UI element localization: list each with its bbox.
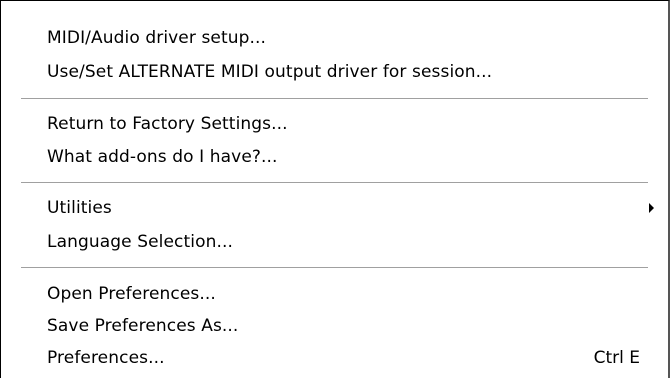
menu-item-alternate-midi-output-driver[interactable]: Use/Set ALTERNATE MIDI output driver for… (1, 57, 668, 87)
menu-item-return-to-factory-settings[interactable]: Return to Factory Settings... (1, 109, 668, 139)
menu-item-midi-audio-driver-setup[interactable]: MIDI/Audio driver setup... (1, 23, 668, 53)
menu-item-label: What add-ons do I have?... (47, 147, 278, 167)
menu-item-label: Utilities (47, 198, 112, 218)
menu-item-save-preferences-as[interactable]: Save Preferences As... (1, 311, 668, 341)
menu-item-label: Language Selection... (47, 232, 233, 252)
menu-item-label: Open Preferences... (47, 284, 216, 304)
menu-item-label: Return to Factory Settings... (47, 114, 288, 134)
menu-item-language-selection[interactable]: Language Selection... (1, 227, 668, 257)
menu-item-label: Use/Set ALTERNATE MIDI output driver for… (47, 62, 493, 82)
menu-item-label: Preferences... (47, 348, 165, 368)
menu-item-label: Save Preferences As... (47, 316, 239, 336)
menu-separator (21, 267, 648, 269)
menu-item-utilities[interactable]: Utilities (1, 193, 668, 223)
submenu-arrow-icon (649, 203, 654, 213)
menu-separator (21, 182, 648, 184)
menu-item-preferences[interactable]: Preferences... Ctrl E (1, 343, 668, 373)
menu-separator (21, 98, 648, 100)
menu-item-open-preferences[interactable]: Open Preferences... (1, 279, 668, 309)
keyboard-shortcut: Ctrl E (593, 348, 640, 368)
context-menu: MIDI/Audio driver setup... Use/Set ALTER… (0, 0, 670, 378)
menu-item-what-add-ons[interactable]: What add-ons do I have?... (1, 142, 668, 172)
menu-item-label: MIDI/Audio driver setup... (47, 28, 267, 48)
